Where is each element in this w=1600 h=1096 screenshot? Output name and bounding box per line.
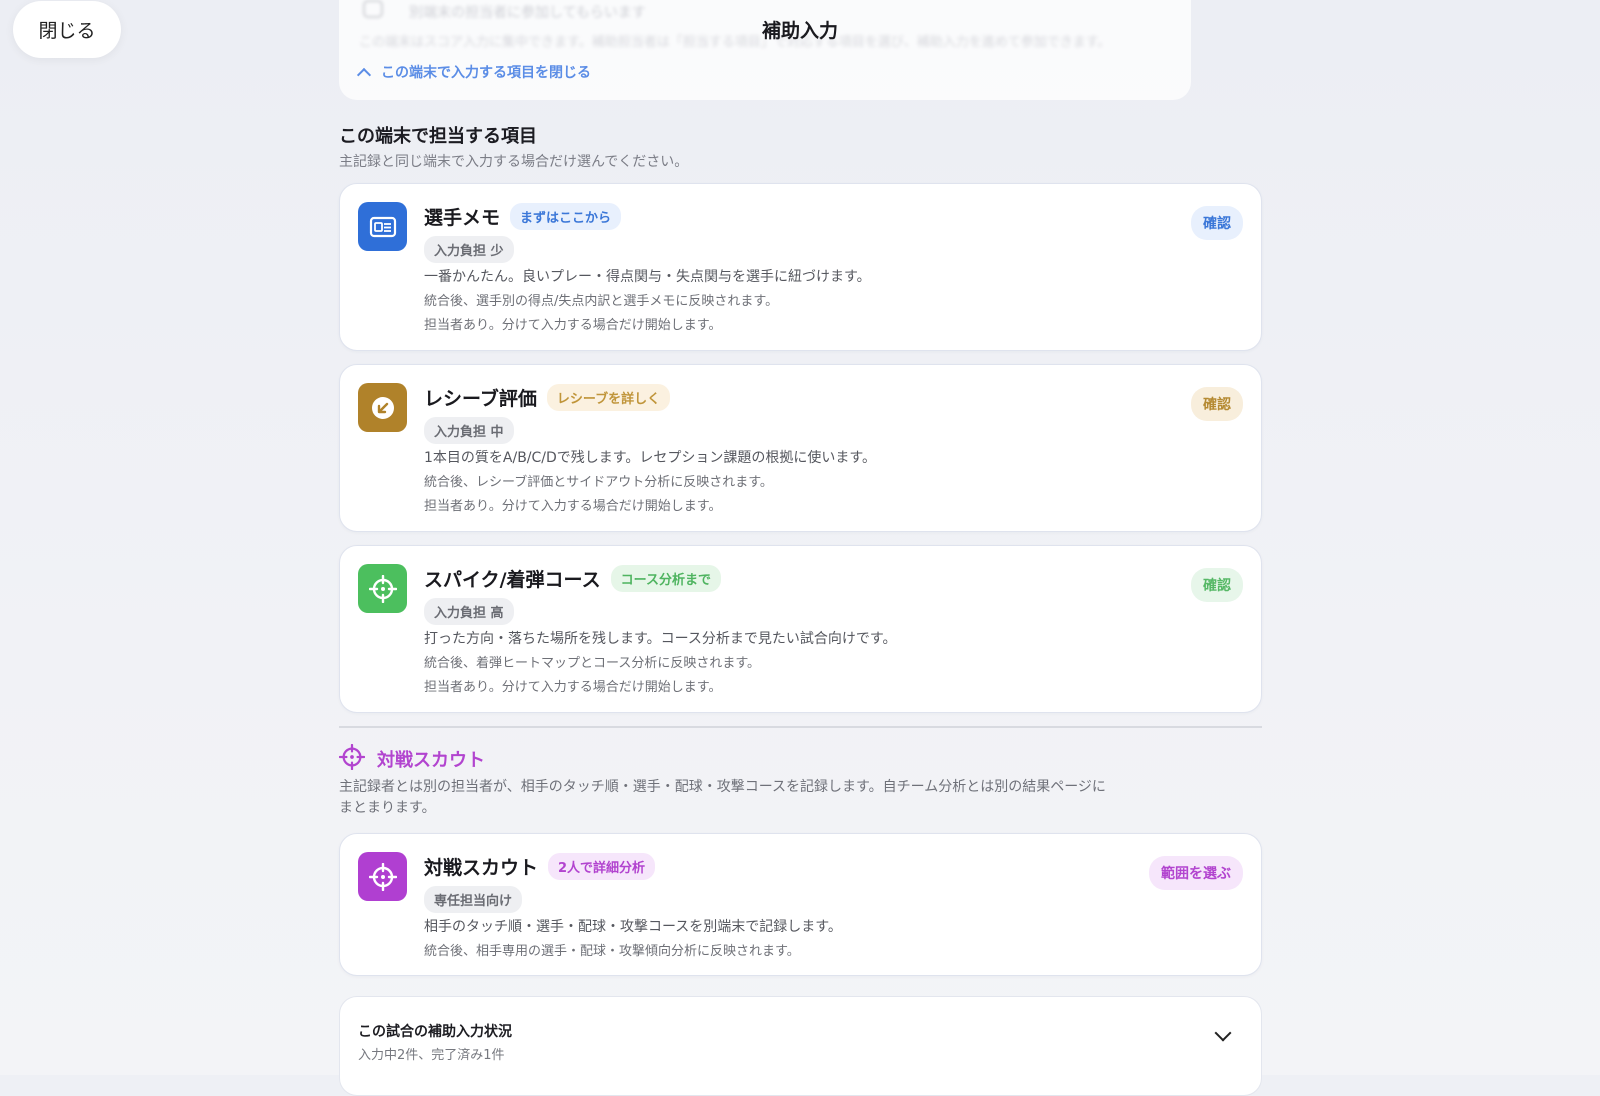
- select-range-button[interactable]: 範囲を選ぶ: [1149, 856, 1243, 890]
- card-title: 対戦スカウト: [424, 853, 538, 880]
- input-load-chip: 専任担当向け: [424, 886, 522, 913]
- input-load-chip: 入力負担 高: [424, 598, 514, 625]
- player-memo-card[interactable]: 選手メモ まずはここから 入力負担 少 一番かんたん。良いプレー・得点関与・失点…: [339, 183, 1262, 351]
- card-note: 担当者あり。分けて入力する場合だけ開始します。: [424, 495, 721, 514]
- card-tag: 2人で詳細分析: [548, 853, 655, 880]
- input-load-chip: 入力負担 少: [424, 236, 514, 263]
- crosshair-icon: [358, 852, 407, 901]
- card-result: 統合後、選手別の得点/失点内訳と選手メモに反映されます。: [424, 290, 778, 309]
- card-description: 相手のタッチ順・選手・配球・攻撃コースを別端末で記録します。: [424, 916, 842, 936]
- card-title: スパイク/着弾コース: [424, 565, 601, 592]
- section-title: この端末で担当する項目: [339, 122, 537, 148]
- collapse-items-link[interactable]: この端末で入力する項目を閉じる: [359, 62, 591, 82]
- receive-eval-card[interactable]: レシーブ評価 レシーブを詳しく 入力負担 中 1本目の質をA/B/C/Dで残しま…: [339, 364, 1262, 532]
- confirm-button[interactable]: 確認: [1191, 568, 1243, 602]
- spike-course-card[interactable]: スパイク/着弾コース コース分析まで 入力負担 高 打った方向・落ちた場所を残し…: [339, 545, 1262, 713]
- confirm-button[interactable]: 確認: [1191, 387, 1243, 421]
- card-result: 統合後、着弾ヒートマップとコース分析に反映されます。: [424, 652, 760, 671]
- status-title: この試合の補助入力状況: [358, 1021, 512, 1041]
- section-subtitle: 主記録と同じ端末で入力する場合だけ選んでください。: [339, 151, 688, 171]
- status-summary: 入力中2件、完了済み1件: [358, 1044, 505, 1063]
- card-result: 統合後、レシーブ評価とサイドアウト分析に反映されます。: [424, 471, 773, 490]
- crosshair-icon: [339, 744, 365, 774]
- card-description: 打った方向・落ちた場所を残します。コース分析まで見たい試合向けです。: [424, 628, 897, 648]
- page-title: 補助入力: [0, 16, 1600, 43]
- card-note: 担当者あり。分けて入力する場合だけ開始します。: [424, 676, 721, 695]
- chevron-down-icon[interactable]: [1215, 1025, 1232, 1042]
- collapsed-panel: 別端末の担当者に参加してもらいます この端末はスコア入力に集中できます。補助担当…: [339, 0, 1191, 100]
- arrow-down-left-icon: [358, 383, 407, 432]
- input-load-chip: 入力負担 中: [424, 417, 514, 444]
- scout-section-heading: 対戦スカウト: [339, 744, 485, 774]
- collapse-items-label: この端末で入力する項目を閉じる: [381, 62, 591, 82]
- card-title: 選手メモ: [424, 203, 500, 230]
- card-tag: コース分析まで: [611, 565, 721, 592]
- card-tag: まずはここから: [510, 203, 621, 230]
- card-note: 担当者あり。分けて入力する場合だけ開始します。: [424, 314, 721, 333]
- crosshair-icon: [358, 564, 407, 613]
- id-card-icon: [358, 202, 407, 251]
- assist-status-panel[interactable]: この試合の補助入力状況 入力中2件、完了済み1件: [339, 996, 1262, 1096]
- confirm-button[interactable]: 確認: [1191, 206, 1243, 240]
- card-tag: レシーブを詳しく: [547, 384, 670, 411]
- card-description: 1本目の質をA/B/C/Dで残します。レセプション課題の根拠に使います。: [424, 447, 876, 467]
- card-result: 統合後、相手専用の選手・配球・攻撃傾向分析に反映されます。: [424, 940, 800, 959]
- scout-description: 主記録者とは別の担当者が、相手のタッチ順・選手・配球・攻撃コースを記録します。自…: [339, 777, 1119, 819]
- card-description: 一番かんたん。良いプレー・得点関与・失点関与を選手に紐づけます。: [424, 266, 871, 286]
- scout-heading-label: 対戦スカウト: [377, 746, 485, 772]
- chevron-up-icon: [357, 67, 371, 81]
- section-divider: [339, 726, 1262, 728]
- scout-card[interactable]: 対戦スカウト 2人で詳細分析 専任担当向け 相手のタッチ順・選手・配球・攻撃コー…: [339, 833, 1262, 976]
- card-title: レシーブ評価: [424, 384, 537, 411]
